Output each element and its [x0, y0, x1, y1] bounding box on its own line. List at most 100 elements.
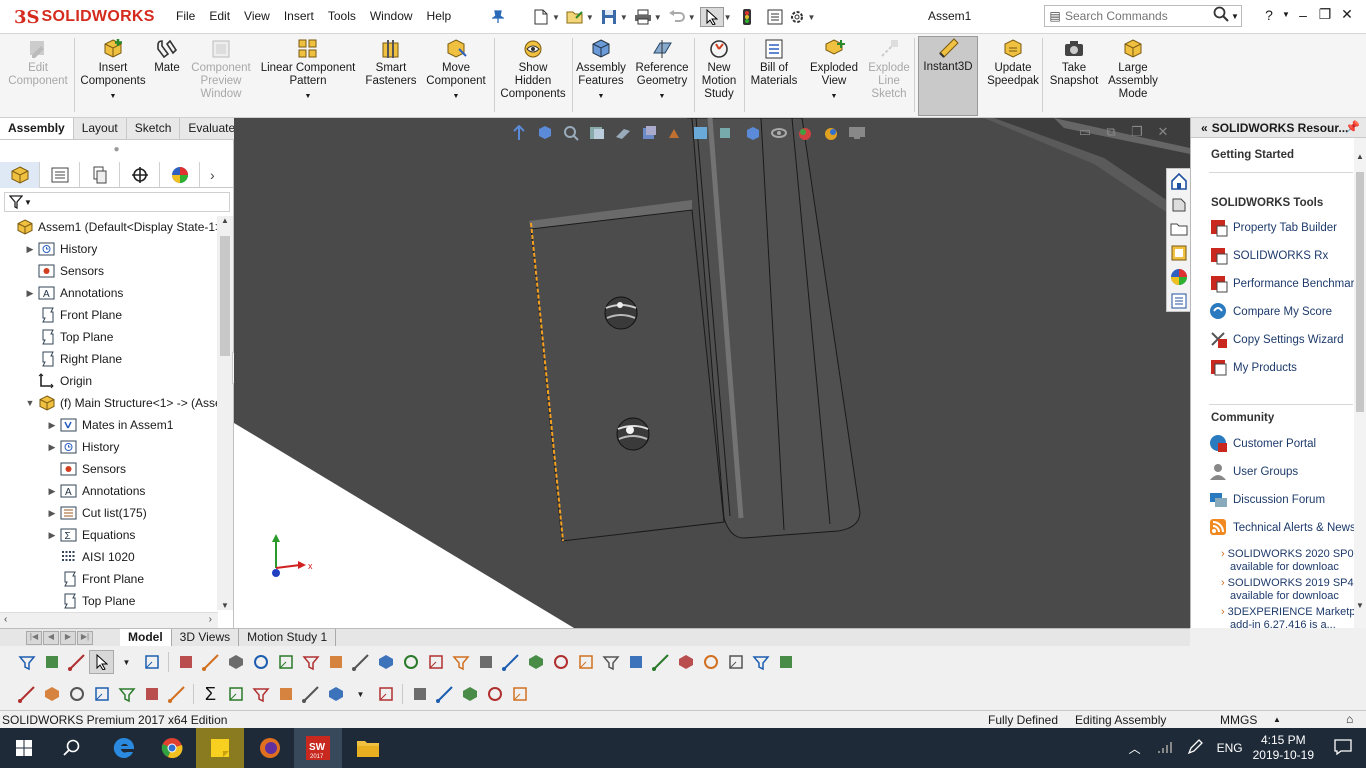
restore-icon[interactable]: ❐: [1314, 6, 1336, 23]
filter-dropdown-arrow-icon[interactable]: ▼: [114, 650, 139, 674]
tree-item[interactable]: Front Plane: [46, 568, 144, 590]
print-icon[interactable]: [632, 7, 654, 27]
filter-planes-icon[interactable]: [323, 650, 348, 674]
tree-item[interactable]: Sensors: [24, 260, 104, 282]
floxpress-icon[interactable]: [432, 682, 457, 706]
performance-evaluation-icon[interactable]: [114, 682, 139, 706]
scroll-down-icon[interactable]: ▼: [217, 601, 233, 610]
bill-of-materials-button[interactable]: Bill of Materials: [748, 38, 800, 88]
community-link[interactable]: User Groups: [1209, 462, 1298, 482]
new-document-icon[interactable]: [530, 7, 552, 27]
tabs-more-chevron-icon[interactable]: ›: [210, 162, 215, 187]
tool-link[interactable]: Copy Settings Wizard: [1209, 330, 1344, 350]
apply-scene-icon[interactable]: [740, 123, 766, 143]
view-palette-tab-icon[interactable]: [1167, 241, 1191, 265]
scroll-thumb[interactable]: [220, 236, 230, 356]
filter-solid-bodies-icon[interactable]: [273, 650, 298, 674]
chrome-browser-icon[interactable]: [148, 728, 196, 768]
select-dropdown-icon[interactable]: ▼: [724, 13, 732, 22]
section-view-icon[interactable]: [584, 123, 610, 143]
tree-item[interactable]: ▶ Σ Equations: [46, 524, 136, 546]
instant3d-button[interactable]: Instant3D: [918, 36, 978, 116]
show-hidden-components-button[interactable]: Show Hidden Components: [494, 38, 572, 101]
solidworks-taskbar-icon[interactable]: SW 2017: [294, 728, 342, 768]
search-icon[interactable]: [1213, 6, 1229, 26]
tab-assembly[interactable]: Assembly: [0, 118, 74, 139]
dimxpert-tab-icon[interactable]: [120, 162, 160, 188]
expand-toggle-icon[interactable]: ▼: [24, 398, 36, 408]
tool-link[interactable]: Property Tab Builder: [1209, 218, 1337, 238]
pin-menu-icon[interactable]: [492, 10, 504, 24]
solidworks-logo[interactable]: 3S SOLIDWORKS: [14, 7, 155, 28]
driveworksxpress-icon[interactable]: [457, 682, 482, 706]
news-item[interactable]: › SOLIDWORKS 2019 SP4 available for downlo…: [1221, 577, 1354, 603]
file-properties-icon[interactable]: [764, 7, 786, 27]
assembly-features-dropdown-icon[interactable]: ▼: [572, 90, 630, 103]
menu-window[interactable]: Window: [370, 9, 413, 23]
configurationmanager-tab-icon[interactable]: [80, 162, 120, 188]
undo-dropdown-icon[interactable]: ▼: [688, 13, 696, 22]
filter-datum-targets-icon[interactable]: [623, 650, 648, 674]
filter-midpoints-icon[interactable]: [398, 650, 423, 674]
sticky-notes-icon[interactable]: [196, 728, 244, 768]
windows-start-icon[interactable]: [0, 728, 48, 768]
filter-mid-surfaces-icon[interactable]: [773, 650, 798, 674]
menu-file[interactable]: File: [176, 9, 195, 23]
close-icon[interactable]: ✕: [1336, 6, 1358, 23]
menu-edit[interactable]: Edit: [209, 9, 230, 23]
prev-tab-icon[interactable]: ◀: [43, 630, 59, 645]
filter-toggle-icon[interactable]: [14, 650, 39, 674]
update-speedpak-button[interactable]: Update Speedpak: [984, 38, 1042, 88]
tree-item[interactable]: ▶ Cut list(175): [46, 502, 147, 524]
appearances-icon[interactable]: [818, 123, 844, 143]
file-explorer-tab-icon[interactable]: [1167, 217, 1191, 241]
undo-icon[interactable]: [666, 7, 688, 27]
mass-properties-icon[interactable]: [64, 682, 89, 706]
task-pane-pin-icon[interactable]: 📌: [1345, 120, 1360, 134]
graphics-area[interactable]: x ▭ ⧉ ❐ ✕: [234, 118, 1190, 628]
view-orientation-icon[interactable]: [636, 123, 662, 143]
search-dropdown-icon[interactable]: ▼: [1231, 12, 1239, 21]
tab-layout[interactable]: Layout: [74, 118, 127, 139]
move-component-dropdown-icon[interactable]: ▼: [420, 90, 492, 103]
tree-item[interactable]: ▼ (f) Main Structure<1> -> (Assem: [24, 392, 218, 414]
filter-centerline-icon[interactable]: [448, 650, 473, 674]
tree-item[interactable]: ▶ Mates in Assem1: [46, 414, 174, 436]
featuremanager-tab-icon[interactable]: [0, 162, 40, 188]
news-item[interactable]: › SOLIDWORKS 2020 SP0 available for downlo…: [1221, 548, 1354, 574]
tree-item[interactable]: Sensors: [46, 458, 126, 480]
expand-toggle-icon[interactable]: ▶: [46, 486, 58, 497]
sketch-entities-icon[interactable]: [223, 682, 248, 706]
tree-item[interactable]: Right Plane: [24, 348, 122, 370]
reference-geometry-dropdown-icon[interactable]: ▼: [630, 90, 694, 103]
tab-3d-views[interactable]: 3D Views: [172, 629, 240, 646]
tool-link[interactable]: My Products: [1209, 358, 1297, 378]
zoom-to-area-icon[interactable]: [532, 123, 558, 143]
open-document-icon[interactable]: [564, 7, 586, 27]
search-input[interactable]: [1065, 9, 1205, 23]
scroll-right-icon[interactable]: ›: [209, 614, 212, 625]
design-library-tab-icon[interactable]: [1167, 193, 1191, 217]
units-dropdown-icon[interactable]: ▲: [1273, 715, 1281, 724]
tree-item[interactable]: ▶ A Annotations: [46, 480, 146, 502]
collapse-chevron-icon[interactable]: «: [1201, 121, 1208, 135]
filter-geometric-tolerance-icon[interactable]: [523, 650, 548, 674]
filter-clear-icon[interactable]: [139, 650, 164, 674]
view-settings-icon[interactable]: [766, 123, 792, 143]
filter-weld-symbols-icon[interactable]: [598, 650, 623, 674]
tree-vertical-scrollbar[interactable]: ▲ ▼: [217, 216, 233, 610]
news-item[interactable]: › 3DEXPERIENCE Marketp add-in 6.27.416 is …: [1221, 606, 1355, 628]
check-icon[interactable]: [139, 682, 164, 706]
units-selector[interactable]: MMGS: [1220, 713, 1257, 727]
save-dropdown-icon[interactable]: ▼: [620, 13, 628, 22]
options-gear-icon[interactable]: [786, 7, 808, 27]
community-link[interactable]: Technical Alerts & News: [1209, 518, 1355, 538]
edge-browser-icon[interactable]: [100, 728, 148, 768]
zoom-to-fit-icon[interactable]: [506, 123, 532, 143]
help-button[interactable]: ?: [1258, 7, 1280, 23]
custom-properties-tab-icon[interactable]: [1167, 289, 1191, 313]
hole-alignment-icon[interactable]: [164, 682, 189, 706]
smart-mates-icon[interactable]: [273, 682, 298, 706]
menu-view[interactable]: View: [244, 9, 270, 23]
tree-item[interactable]: Front Plane: [24, 304, 122, 326]
